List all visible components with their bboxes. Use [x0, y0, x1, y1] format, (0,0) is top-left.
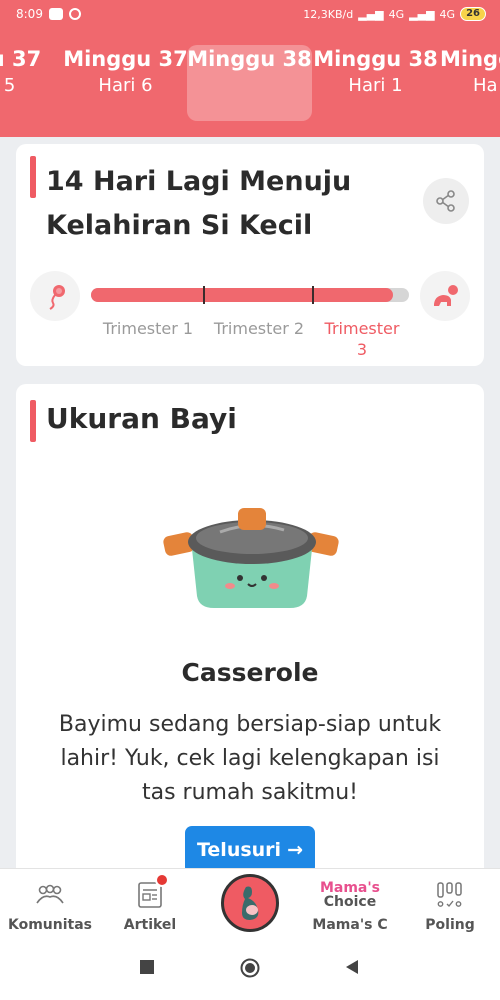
week-item[interactable]: Minggu 37 Hari 6 — [63, 45, 188, 121]
mamas-choice-logo: Mama's Choice — [300, 877, 400, 913]
nav-item-poling[interactable]: Poling — [400, 877, 500, 933]
signal-bars-icon: ▂▄▆ — [358, 7, 384, 21]
home-icon[interactable] — [240, 958, 260, 978]
nav-label: Mama's C — [312, 917, 388, 933]
accent-bar — [30, 400, 36, 442]
progress-track — [91, 286, 409, 304]
article-icon — [100, 873, 200, 913]
countdown-title: 14 Hari Lagi Menuju Kelahiran Si Kecil — [46, 166, 352, 241]
nav-item-artikel[interactable]: Artikel — [100, 873, 200, 933]
week-item[interactable]: Minggu 38 Hari 1 — [313, 45, 438, 121]
baby-size-description: Bayimu sedang bersiap-siap untuk lahir! … — [58, 712, 442, 805]
explore-button-label: Telusuri — [196, 839, 282, 861]
week-item[interactable]: ggu 37 ri 5 — [0, 45, 63, 121]
day-label: Hari 1 — [348, 75, 403, 96]
signal-label-1: 4G — [388, 7, 405, 21]
baby-size-name: Casserole — [181, 658, 319, 687]
countdown-card: 14 Hari Lagi Menuju Kelahiran Si Kecil T… — [16, 144, 484, 366]
trimester-divider — [312, 286, 314, 304]
notification-badge — [155, 873, 169, 887]
trimester-progress: Trimester 1 Trimester 2 Trimester 3 — [16, 266, 484, 359]
trimester-label-current: Trimester 3 — [324, 319, 400, 359]
share-icon — [436, 190, 455, 212]
section-title: Ukuran Bayi — [46, 402, 237, 435]
casserole-illustration — [162, 504, 342, 614]
explore-button[interactable]: Telusuri → — [185, 826, 315, 874]
sperm-egg-icon — [30, 271, 80, 321]
nav-label: Artikel — [123, 917, 177, 933]
week-label: Minggu 38 — [313, 47, 438, 71]
nav-label: Poling — [425, 917, 475, 933]
day-label: Hari 6 — [98, 75, 153, 96]
week-label: Minggu 37 — [63, 47, 188, 71]
week-item[interactable]: Mingg Ha — [437, 45, 500, 121]
trimester-label: Trimester 2 — [213, 319, 305, 338]
logo-text-top: Mama's — [319, 880, 381, 896]
nav-label: Komunitas — [7, 917, 92, 933]
signal-bars-icon: ▂▄▆ — [409, 7, 435, 21]
pregnancy-icon — [242, 886, 259, 920]
logo-text-bottom: Choice — [323, 894, 377, 910]
progress-fill — [91, 288, 394, 302]
system-navigation-bar — [0, 938, 500, 1000]
day-label: ri 5 — [0, 75, 16, 96]
share-button[interactable] — [423, 178, 469, 224]
day-label: Ha — [473, 75, 498, 96]
status-bar: 8:09 12,3KB/d ▂▄▆ 4G ▂▄▆ 4G 26 — [0, 0, 500, 30]
notification-icon — [48, 8, 63, 20]
nav-item-komunitas[interactable]: Komunitas — [0, 877, 100, 933]
trimester-divider — [203, 286, 205, 304]
accent-bar — [30, 156, 36, 198]
community-icon — [0, 877, 100, 913]
back-icon[interactable] — [344, 959, 360, 975]
status-time: 8:09 — [16, 7, 43, 21]
week-item-selected[interactable]: Minggu 38 — [187, 45, 312, 121]
signal-label-2: 4G — [439, 7, 456, 21]
week-label: ggu 37 — [0, 47, 42, 71]
week-label: Mingg — [440, 47, 500, 71]
baby-size-card: Ukuran Bayi Casserole Bayimu sedang bers… — [16, 384, 484, 884]
arrow-right-icon: → — [287, 839, 303, 861]
baby-crawling-icon — [420, 271, 470, 321]
pregnancy-home-button[interactable] — [221, 874, 279, 932]
week-selector[interactable]: ggu 37 ri 5 Minggu 37 Hari 6 Minggu 38 M… — [0, 30, 500, 137]
trimester-label: Trimester 1 — [102, 319, 194, 338]
app-notification-icon — [68, 8, 81, 20]
poll-icon — [400, 877, 500, 913]
recent-apps-icon[interactable] — [139, 959, 155, 975]
battery-indicator: 26 — [460, 7, 486, 21]
network-speed: 12,3KB/d — [303, 7, 354, 21]
nav-item-mamas-choice[interactable]: Mama's Choice Mama's C — [300, 877, 400, 933]
week-label: Minggu 38 — [187, 47, 312, 71]
